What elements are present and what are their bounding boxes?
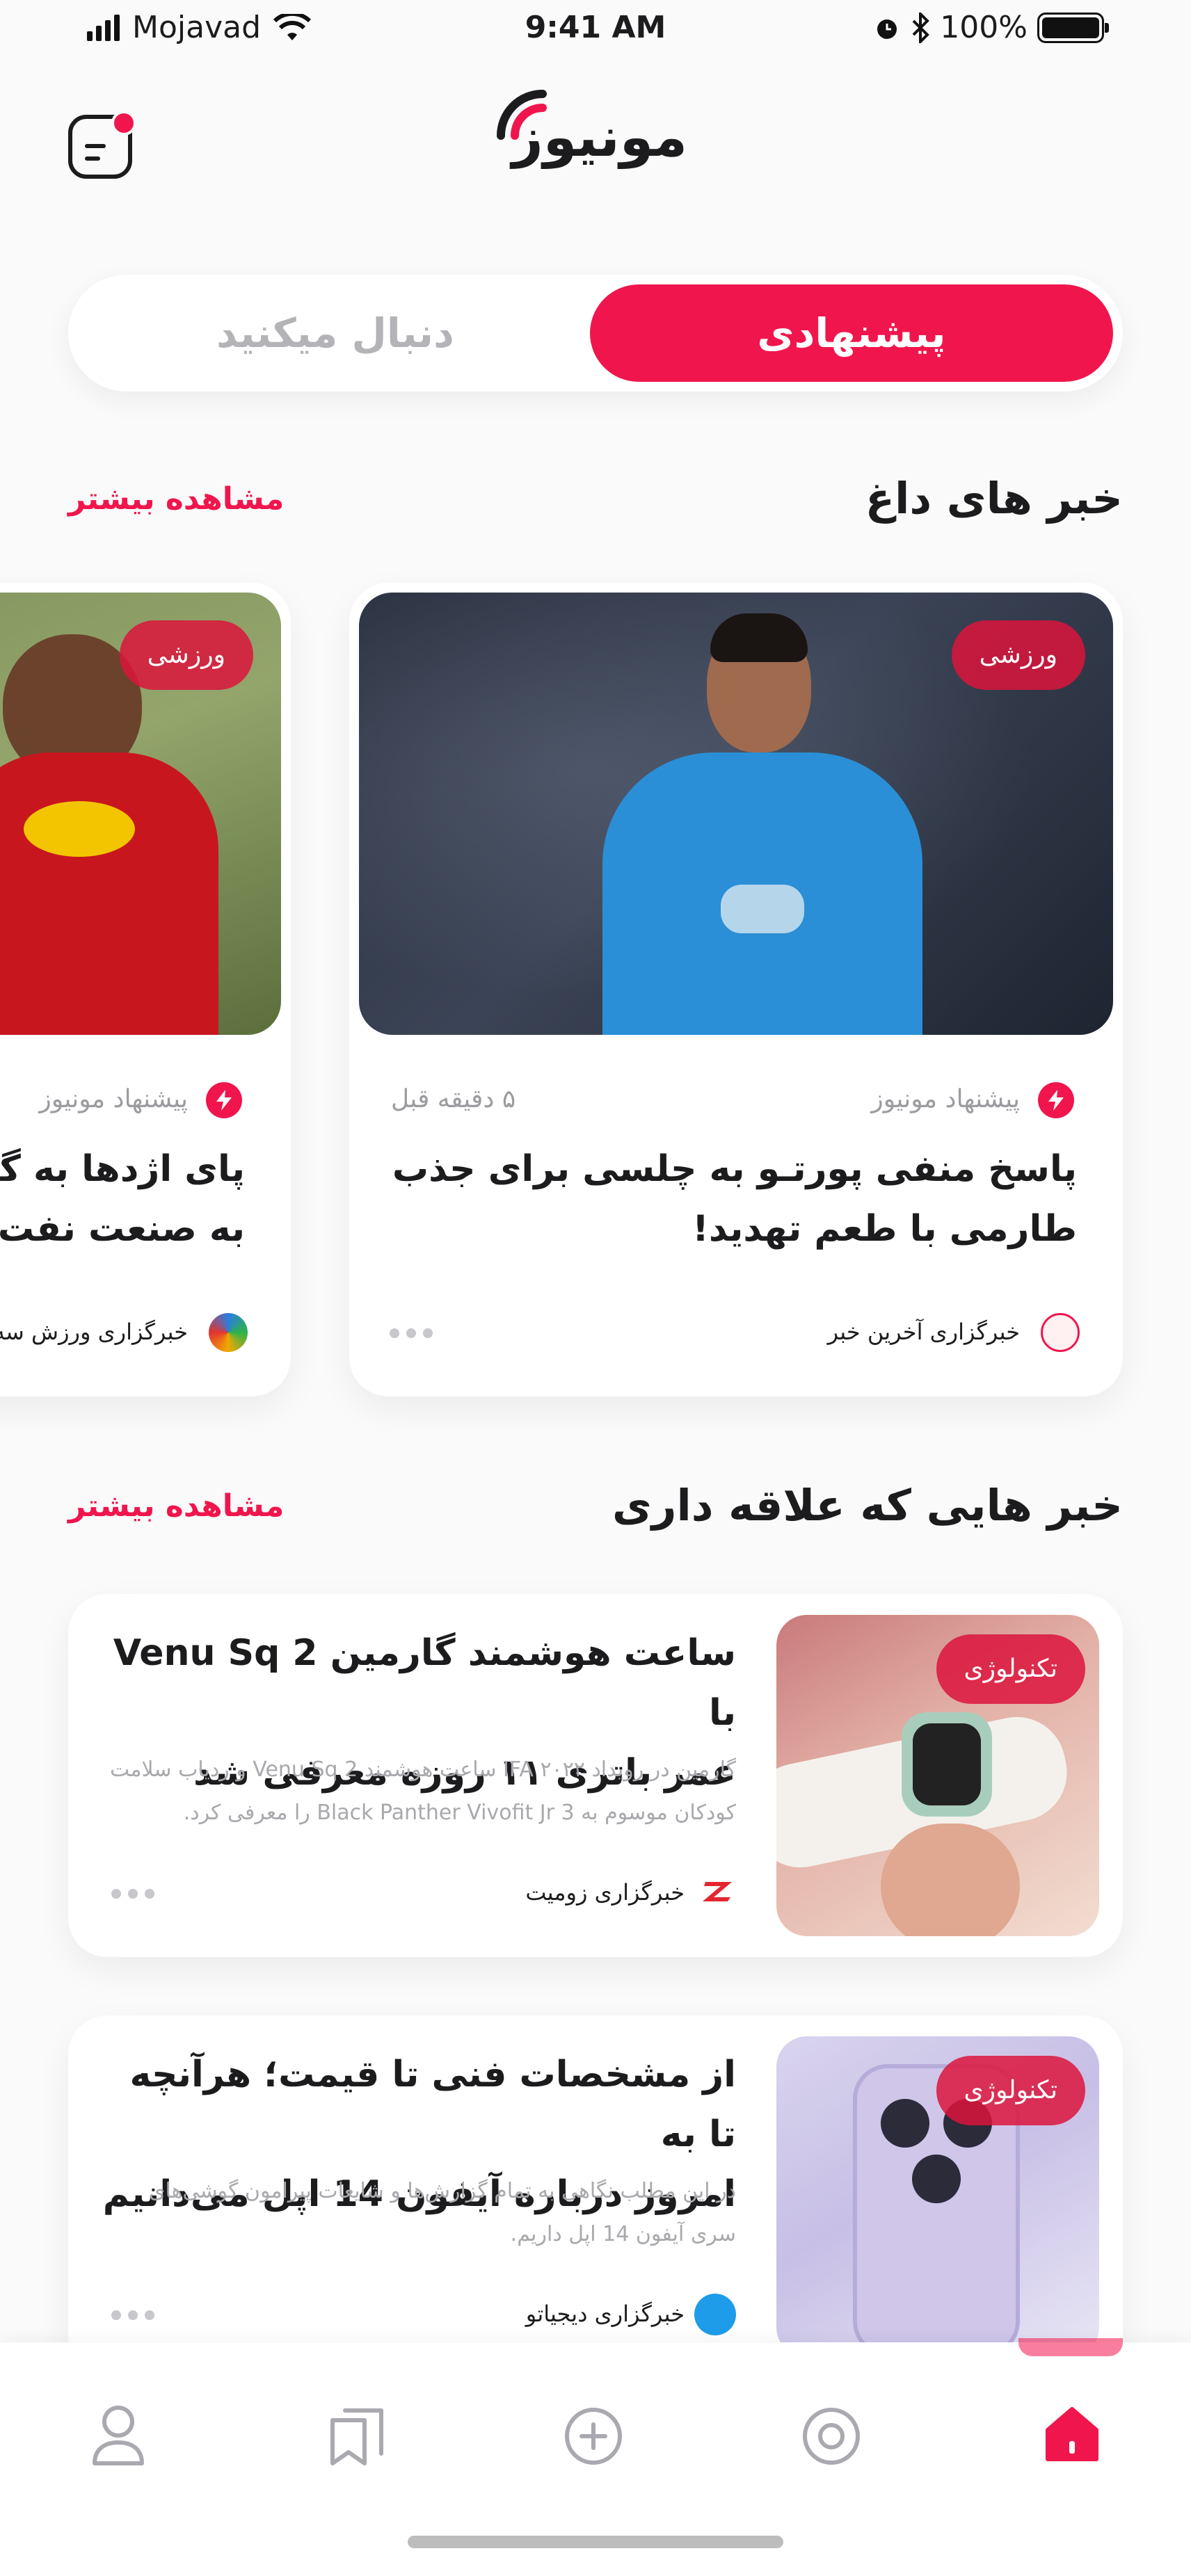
add-icon[interactable] <box>562 2405 625 2468</box>
more-options-icon[interactable] <box>111 2310 154 2320</box>
suggested-label: پیشنهاد مونیوز <box>871 1085 1020 1113</box>
tab-following[interactable]: دنبال میکنید <box>78 284 593 382</box>
bluetooth-icon <box>912 12 930 43</box>
category-badge: ورزشی <box>119 620 253 690</box>
news-image: ورزشی <box>359 593 1113 1035</box>
category-badge: تکنولوژی <box>936 2056 1085 2125</box>
notification-dot <box>111 111 136 136</box>
logo-text: مونیوز <box>511 106 689 169</box>
flash-icon <box>1038 1082 1074 1118</box>
news-thumbnail: تکنولوژی <box>776 1615 1099 1936</box>
description: گارمین در رویداد IFA ۲۰۲۲ ساعت هوشمند Ve… <box>110 1757 736 1825</box>
source-logo <box>1041 1313 1080 1352</box>
hot-news-title: خبر های داغ <box>865 473 1123 524</box>
compass-icon[interactable] <box>800 2405 863 2468</box>
alarm-icon <box>877 19 897 39</box>
home-indicator <box>408 2536 783 2548</box>
time-label: ۵ دقیقه قبل <box>391 1085 516 1113</box>
profile-icon[interactable] <box>89 2404 147 2469</box>
home-icon[interactable] <box>1041 2404 1103 2466</box>
headline: پاسخ منفی پورتـو به چلسی برای جذب طارمی … <box>392 1148 1077 1250</box>
menu-icon[interactable] <box>68 111 136 179</box>
zoomit-logo-icon <box>703 1882 732 1901</box>
logo: مونیوز <box>494 87 703 184</box>
more-options-icon[interactable] <box>111 1889 154 1899</box>
status-right: 100% <box>873 10 1109 45</box>
bookmarks-icon[interactable] <box>324 2405 390 2469</box>
headline: پای اژدها به گلزنی به صنعت نفت آ <box>0 1148 245 1250</box>
category-badge: تکنولوژی <box>936 1634 1085 1704</box>
hot-news-card[interactable]: ورزشی پیشنهاد مونیوز پای اژدها به گلزنی … <box>0 583 291 1396</box>
battery-icon <box>1037 12 1109 43</box>
source-name: خبرگزاری زومیت <box>525 1879 685 1906</box>
source-logo <box>209 1313 248 1352</box>
source-name: خبرگزاری آخرین خبر <box>827 1319 1020 1345</box>
digiato-logo-icon <box>694 2294 736 2335</box>
source-name: خبرگزاری ورزش سه <box>0 1319 188 1345</box>
interest-news-see-more[interactable]: مشاهده بیشتر <box>68 1488 284 1524</box>
flash-icon <box>206 1082 242 1118</box>
news-thumbnail: تکنولوژی <box>776 2036 1099 2358</box>
source-name: خبرگزاری دیجیاتو <box>525 2301 685 2327</box>
tab-suggested[interactable]: پیشنهادی <box>590 284 1113 382</box>
active-tab-indicator <box>1018 2338 1123 2356</box>
category-badge: ورزشی <box>951 620 1085 690</box>
more-options-icon[interactable] <box>390 1328 433 1338</box>
hot-news-see-more[interactable]: مشاهده بیشتر <box>68 481 284 517</box>
news-image: ورزشی <box>0 593 281 1035</box>
feed-tabs: پیشنهادی دنبال میکنید <box>68 275 1123 392</box>
description: در این مطلب نگاهی به تمام گزارش‌ها و شای… <box>149 2179 736 2246</box>
news-list-item[interactable]: تکنولوژی از مشخصات فنی تا قیمت؛ هرآنچه ت… <box>68 2015 1123 2378</box>
hot-news-card[interactable]: ورزشی پیشنهاد مونیوز ۵ دقیقه قبل پاسخ من… <box>349 583 1123 1396</box>
news-list-item[interactable]: تکنولوژی ساعت هوشمند گارمین Venu Sq 2 با… <box>68 1594 1123 1957</box>
suggested-label: پیشنهاد مونیوز <box>39 1085 188 1113</box>
interest-news-title: خبر هایی که علاقه داری <box>612 1480 1123 1531</box>
battery-percent: 100% <box>940 10 1028 45</box>
